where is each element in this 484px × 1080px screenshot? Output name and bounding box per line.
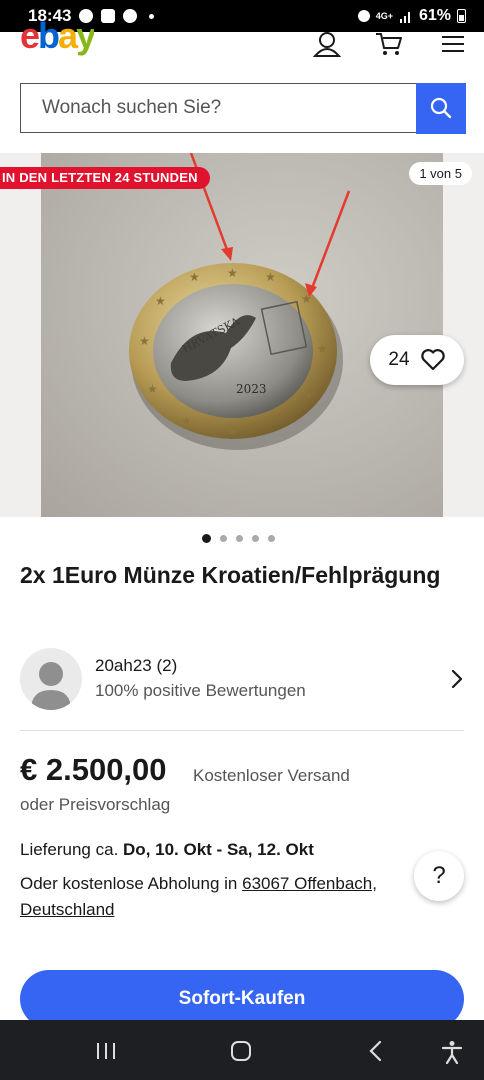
search-input[interactable] (21, 84, 416, 132)
search-button[interactable] (415, 82, 466, 134)
back-icon[interactable] (366, 1040, 386, 1062)
header: ebay (0, 18, 484, 72)
svg-text:★: ★ (189, 270, 200, 284)
svg-text:★: ★ (317, 342, 328, 356)
avatar (20, 648, 82, 710)
coin-year: 2023 (236, 382, 267, 396)
delivery-prefix: Lieferung ca. (20, 840, 119, 859)
divider (20, 730, 464, 731)
menu-icon[interactable] (440, 32, 470, 58)
pagination-dot[interactable] (268, 535, 275, 542)
cart-icon[interactable] (374, 32, 404, 58)
signal-icon (399, 12, 410, 23)
pagination-dot[interactable] (236, 535, 243, 542)
watch-count: 24 (388, 349, 410, 370)
product-photo[interactable]: HRVATSKA 2023 ★ ★ ★ ★ ★ ★ ★ ★ ★ ★ ★ (41, 153, 443, 517)
battery-percent: 61% (418, 7, 451, 24)
android-nav-bar (0, 1020, 484, 1080)
avatar-icon (31, 662, 71, 710)
accessibility-icon[interactable] (441, 1040, 463, 1064)
chevron-right-icon[interactable] (450, 668, 464, 690)
svg-text:★: ★ (181, 414, 192, 428)
best-offer-text: oder Preisvorschlag (20, 795, 171, 814)
svg-text:★: ★ (147, 382, 158, 396)
delivery-dates: Do, 10. Okt - Sa, 12. Okt (123, 840, 314, 859)
pagination-dot[interactable] (220, 535, 227, 542)
seller-card[interactable]: 20ah23 (2) 100% positive Bewertungen (20, 648, 464, 712)
watch-button[interactable]: 24 (370, 335, 464, 385)
chrome-icon (123, 9, 138, 23)
pickup-info: Oder kostenlose Abholung in 63067 Offenb… (20, 871, 420, 923)
ebay-logo[interactable]: ebay (20, 18, 94, 58)
recent-apps-icon[interactable] (94, 1040, 118, 1062)
svg-text:★: ★ (139, 334, 150, 348)
search-icon (430, 97, 451, 119)
image-counter: 1 von 5 (409, 162, 472, 185)
gallery-pagination (202, 534, 275, 543)
svg-text:★: ★ (227, 424, 238, 438)
svg-text:★: ★ (303, 388, 314, 402)
seller-rating: 100% positive Bewertungen (95, 681, 306, 700)
user-icon[interactable] (312, 32, 342, 58)
notification-dot-icon (149, 13, 155, 19)
network-type: 4G+ (375, 10, 393, 21)
help-button[interactable]: ? (414, 851, 464, 901)
recent-badge: IN DEN LETZTEN 24 STUNDEN (0, 167, 210, 189)
svg-text:★: ★ (227, 266, 238, 280)
coin-image: HRVATSKA 2023 ★ ★ ★★ ★★ ★★ ★★ ★ (129, 153, 351, 450)
pagination-dot[interactable] (252, 535, 259, 542)
pagination-dot[interactable] (202, 534, 211, 543)
price: € 2.500,00 (20, 752, 167, 787)
help-icon: ? (432, 862, 446, 889)
svg-text:★: ★ (155, 294, 166, 308)
listing-title: 2x 1Euro Münze Kroatien/Fehlprägung (20, 562, 441, 588)
seller-name[interactable]: 20ah23 (2) (95, 656, 177, 676)
battery-icon (457, 9, 466, 23)
gallery-icon (101, 9, 116, 23)
svg-text:★: ★ (265, 270, 276, 284)
home-icon[interactable] (229, 1040, 253, 1062)
shipping-info: Kostenloser Versand (193, 766, 350, 785)
search-bar (20, 82, 466, 134)
pickup-prefix: Oder kostenlose Abholung in (20, 874, 238, 893)
heart-icon (420, 349, 445, 371)
alarm-icon (357, 10, 370, 22)
delivery-estimate: Lieferung ca. Do, 10. Okt - Sa, 12. Okt (20, 840, 314, 860)
